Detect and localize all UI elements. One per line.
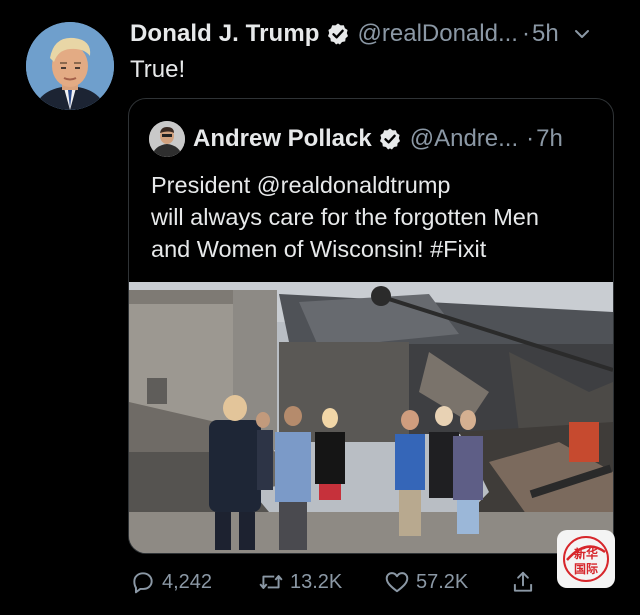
heart-icon bbox=[385, 572, 409, 593]
like-count: 57.2K bbox=[416, 570, 469, 593]
xinhua-watermark-logo: 新华 国际 bbox=[557, 530, 615, 588]
quoted-author-handle[interactable]: @Andre... bbox=[410, 125, 518, 153]
reply-count: 4,242 bbox=[162, 570, 213, 593]
quoted-tweet-timestamp[interactable]: 7h bbox=[536, 125, 563, 153]
share-button[interactable] bbox=[510, 566, 542, 598]
author-avatar[interactable] bbox=[26, 22, 114, 110]
tweet-text: True! bbox=[130, 56, 186, 83]
quoted-tweet-text-line: will always care for the forgotten Men bbox=[151, 204, 539, 230]
verified-badge-icon bbox=[379, 128, 400, 150]
quoted-tweet-text-line: President @realdonaldtrump bbox=[151, 172, 451, 198]
quoted-tweet-text-line: and Women of Wisconsin! #Fixit bbox=[151, 236, 487, 262]
quoted-tweet-text: President @realdonaldtrump will always c… bbox=[151, 169, 601, 265]
author-handle[interactable]: @realDonald... bbox=[358, 20, 518, 48]
retweet-count: 13.2K bbox=[290, 570, 343, 593]
share-icon bbox=[513, 571, 533, 592]
verified-badge-icon bbox=[327, 23, 348, 45]
tweet-header: Donald J. Trump @realDonald... · 5h bbox=[130, 16, 620, 52]
separator-dot: · bbox=[521, 20, 530, 47]
quoted-author-avatar[interactable] bbox=[149, 121, 185, 157]
reply-icon bbox=[133, 572, 153, 594]
watermark-text-top: 新华 bbox=[574, 546, 598, 561]
quoted-author-name[interactable]: Andrew Pollack bbox=[193, 125, 372, 153]
tweet-timestamp[interactable]: 5h bbox=[532, 20, 559, 48]
tweet-action-bar: 4,242 13.2K 57.2K bbox=[130, 566, 550, 598]
separator-dot: · bbox=[526, 125, 535, 152]
reply-button[interactable]: 4,242 bbox=[130, 566, 212, 598]
watermark-text-bottom: 国际 bbox=[574, 562, 598, 576]
quoted-tweet-photo[interactable] bbox=[129, 282, 613, 553]
author-name[interactable]: Donald J. Trump bbox=[130, 20, 320, 48]
quoted-tweet-card[interactable]: Andrew Pollack @Andre... · 7h President … bbox=[128, 98, 614, 554]
tweet[interactable]: Donald J. Trump @realDonald... · 5h True… bbox=[0, 0, 640, 615]
chevron-down-icon[interactable] bbox=[573, 25, 591, 43]
like-button[interactable]: 57.2K bbox=[384, 566, 468, 598]
retweet-icon bbox=[259, 575, 283, 589]
retweet-button[interactable]: 13.2K bbox=[258, 566, 342, 598]
quoted-tweet-header: Andrew Pollack @Andre... · 7h bbox=[193, 121, 563, 157]
